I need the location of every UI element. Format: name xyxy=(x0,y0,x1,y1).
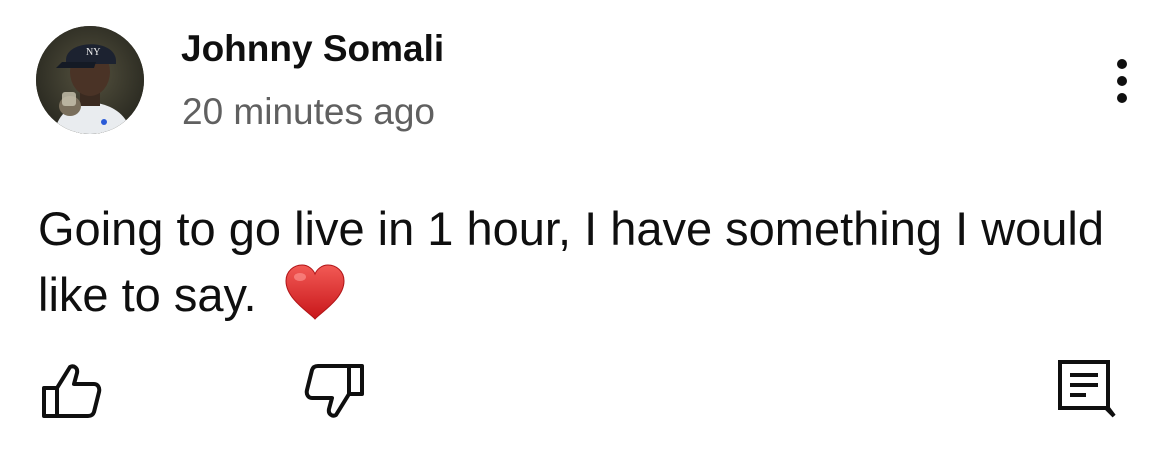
thumbs-down-icon xyxy=(304,364,364,418)
svg-text:NY: NY xyxy=(86,47,100,58)
avatar[interactable]: NY xyxy=(36,26,144,134)
like-button[interactable] xyxy=(36,358,106,424)
more-vert-icon xyxy=(1117,59,1127,103)
post-text: Going to go live in 1 hour, I have somet… xyxy=(38,202,1104,321)
avatar-image: NY xyxy=(36,26,144,134)
author-name[interactable]: Johnny Somali xyxy=(181,28,444,70)
community-post: NY Johnny Somali 20 minutes ago Going to… xyxy=(0,0,1170,454)
dislike-button[interactable] xyxy=(300,358,370,424)
heart-icon xyxy=(285,264,345,320)
reply-button[interactable] xyxy=(1052,356,1120,422)
post-timestamp[interactable]: 20 minutes ago xyxy=(182,91,435,133)
thumbs-up-icon xyxy=(42,364,102,418)
more-options-button[interactable] xyxy=(1100,50,1144,112)
comment-icon xyxy=(1058,360,1116,418)
post-body: Going to go live in 1 hour, I have somet… xyxy=(38,196,1138,328)
